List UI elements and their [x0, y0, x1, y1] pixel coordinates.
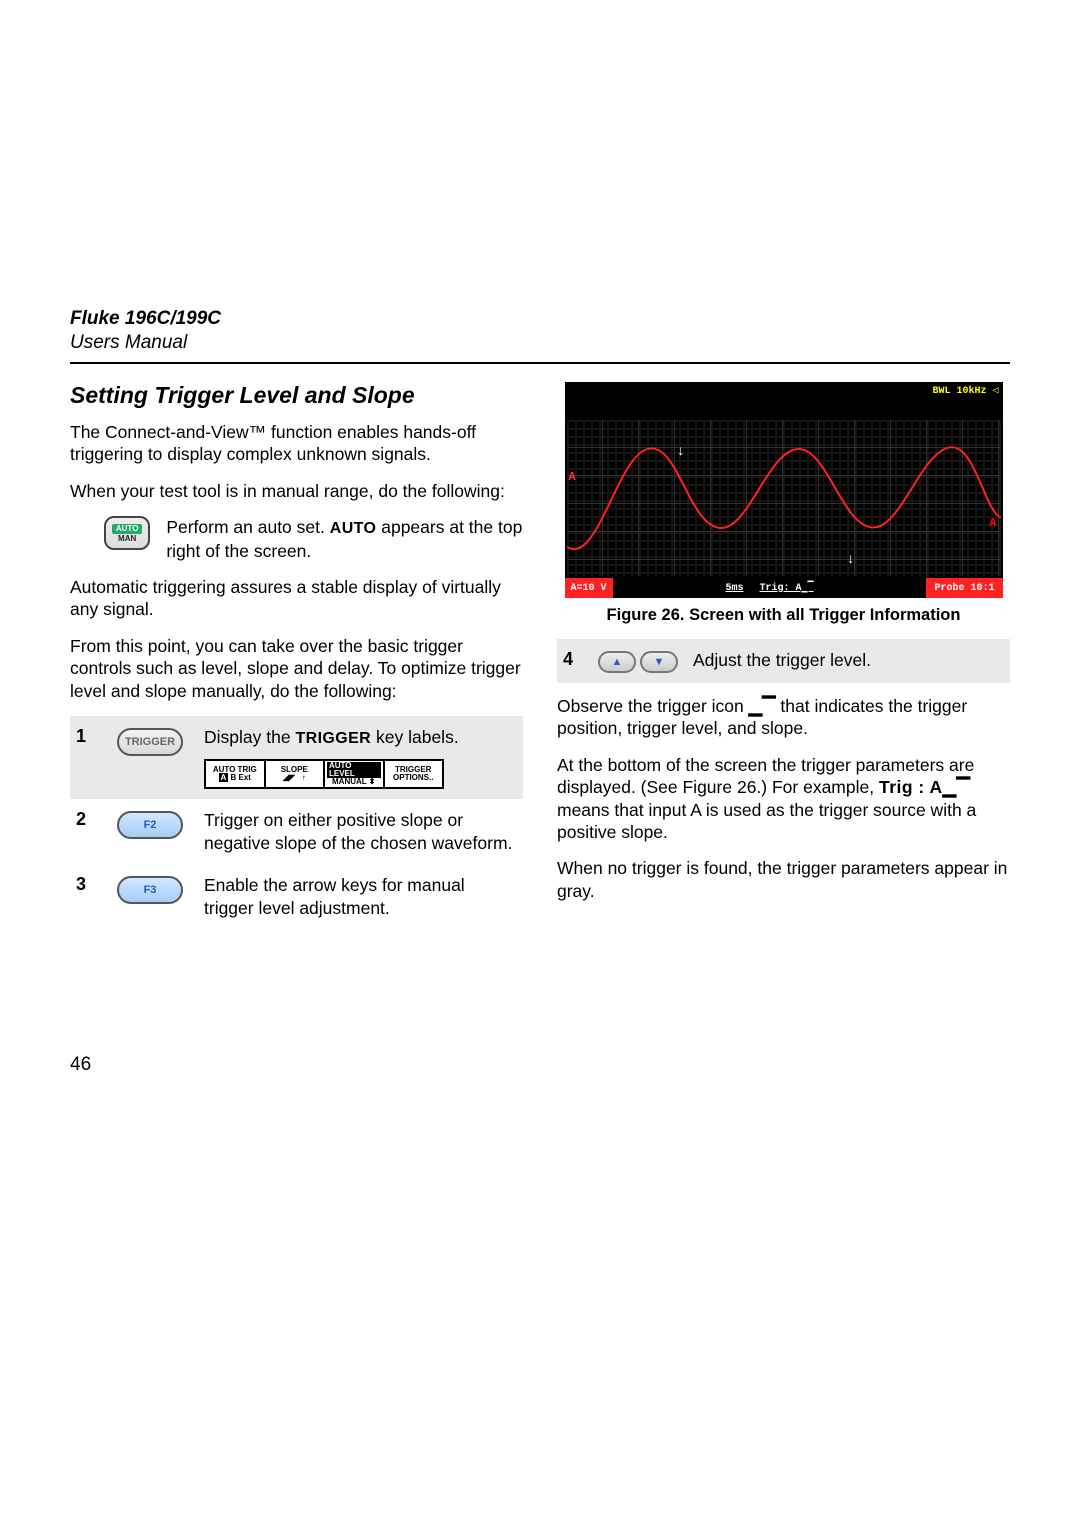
key-label-top: AUTO	[112, 524, 143, 534]
step-list: 1 TRIGGER Display the TRIGGER key labels…	[70, 716, 523, 929]
softkey-3: AUTO LEVEL MANUAL ⬍	[325, 761, 385, 787]
step-desc: Display the TRIGGER key labels. AUTO TRI…	[204, 726, 517, 789]
page-number: 46	[70, 1054, 91, 1076]
scope-bottom-bar: A=10 V 5ms Trig: A▁▔ Probe 10:1	[565, 578, 1003, 598]
step-number: 2	[76, 809, 96, 830]
step-desc: Adjust the trigger level.	[693, 649, 1004, 671]
manual-subtitle: Users Manual	[70, 332, 1010, 354]
step-number: 4	[563, 649, 583, 670]
auto-key-row: AUTO MAN Perform an auto set. AUTO appea…	[70, 516, 523, 562]
paragraph: When no trigger is found, the trigger pa…	[557, 857, 1010, 902]
paragraph: From this point, you can take over the b…	[70, 635, 523, 702]
step-key: F2	[110, 809, 190, 839]
auto-key-desc: Perform an auto set. AUTO appears at the…	[166, 516, 523, 562]
step-row: 1 TRIGGER Display the TRIGGER key labels…	[70, 716, 523, 799]
down-arrow-key: ▼	[640, 651, 678, 673]
scale-badge: A=10 V	[565, 578, 613, 598]
paragraph: When your test tool is in manual range, …	[70, 480, 523, 502]
trigger-icon: ▁▔	[749, 696, 776, 716]
f2-key: F2	[117, 811, 183, 839]
softkey-1: AUTO TRIG A B Ext	[206, 761, 266, 787]
section-heading: Setting Trigger Level and Slope	[70, 382, 523, 409]
figure-caption: Figure 26. Screen with all Trigger Infor…	[557, 606, 1010, 625]
step-row: 3 F3 Enable the arrow keys for manual tr…	[70, 864, 523, 929]
paragraph: At the bottom of the screen the trigger …	[557, 754, 1010, 844]
step-key: F3	[110, 874, 190, 904]
f3-key: F3	[117, 876, 183, 904]
manual-page: Fluke 196C/199C Users Manual Setting Tri…	[0, 0, 1080, 1528]
header-rule	[70, 362, 1010, 364]
trigger-key: TRIGGER	[117, 728, 183, 756]
paragraph: Automatic triggering assures a stable di…	[70, 576, 523, 621]
step-desc: Enable the arrow keys for manual trigger…	[204, 874, 517, 919]
right-column: BWL 10kHz ◁ 1/2 AUTO A A ↓ ↓	[557, 382, 1010, 929]
two-column-layout: Setting Trigger Level and Slope The Conn…	[70, 382, 1010, 929]
up-arrow-key: ▲	[598, 651, 636, 673]
key-label-bottom: MAN	[118, 535, 136, 543]
paragraph: Observe the trigger icon ▁▔ that indicat…	[557, 695, 1010, 740]
arrow-keys: ▲ ▼	[597, 649, 679, 673]
bwl-label: BWL 10kHz ◁	[932, 385, 998, 397]
step-key: TRIGGER	[110, 726, 190, 756]
timebase-trig: 5ms Trig: A▁▔	[613, 578, 927, 598]
softkey-4: TRIGGER OPTIONS..	[385, 761, 443, 787]
softkey-2: SLOPE ◢◤ ↑	[266, 761, 326, 787]
scope-grid: A A ↓ ↓	[565, 418, 1003, 578]
scope-top-bar: BWL 10kHz ◁	[565, 382, 1003, 400]
paragraph: The Connect-and-View™ function enables h…	[70, 421, 523, 466]
softkey-bar: AUTO TRIG A B Ext SLOPE ◢◤ ↑ AUTO LEVEL …	[204, 759, 444, 789]
step-number: 3	[76, 874, 96, 895]
step-desc: Trigger on either positive slope or nega…	[204, 809, 517, 854]
figure-26: BWL 10kHz ◁ 1/2 AUTO A A ↓ ↓	[557, 382, 1010, 625]
auto-badge: 1/2 AUTO	[922, 400, 999, 418]
product-name: Fluke 196C/199C	[70, 308, 1010, 330]
scope-screen: BWL 10kHz ◁ 1/2 AUTO A A ↓ ↓	[565, 382, 1003, 598]
probe-badge: Probe 10:1	[926, 578, 1002, 598]
page-header: Fluke 196C/199C Users Manual	[70, 308, 1010, 354]
step-row: 4 ▲ ▼ Adjust the trigger level.	[557, 639, 1010, 683]
auto-man-key: AUTO MAN	[104, 516, 150, 550]
trig-example: Trig : A▁▔	[879, 777, 971, 797]
step-number: 1	[76, 726, 96, 747]
waveform-trace	[567, 420, 1001, 576]
left-column: Setting Trigger Level and Slope The Conn…	[70, 382, 523, 929]
step-row: 2 F2 Trigger on either positive slope or…	[70, 799, 523, 864]
